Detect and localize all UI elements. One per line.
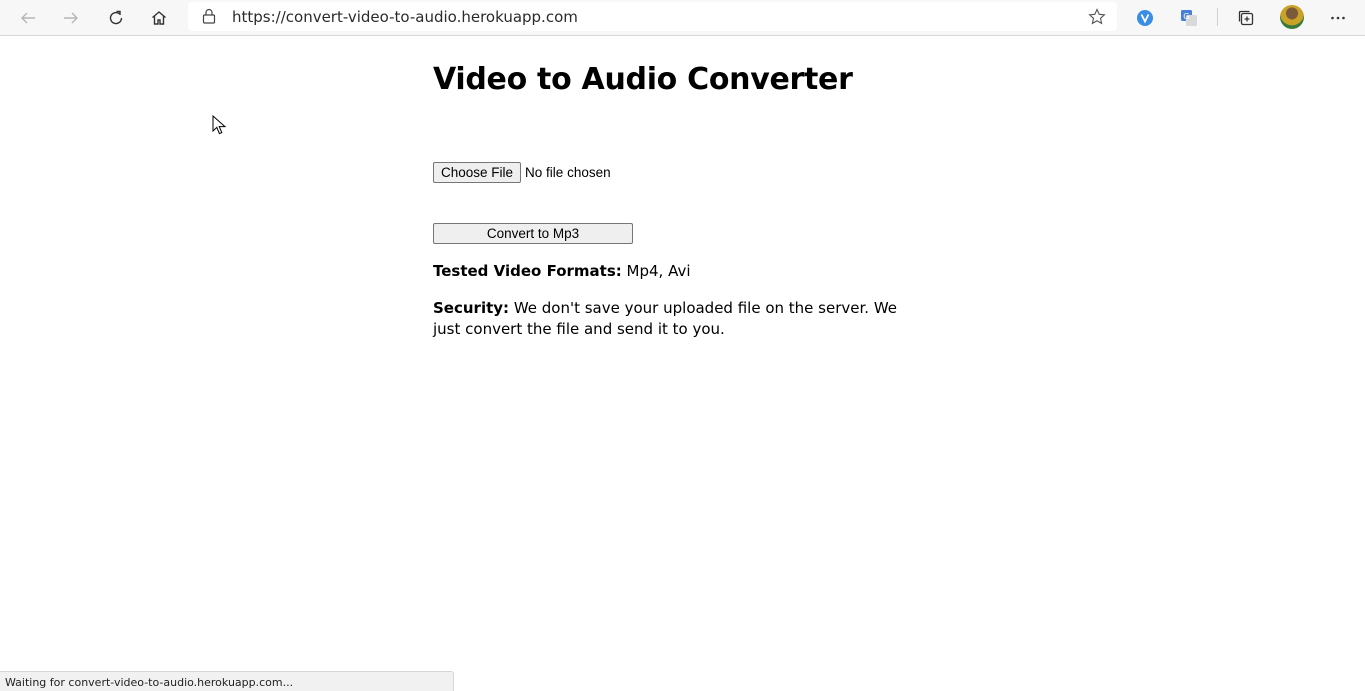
url-text[interactable]: https://convert-video-to-audio.herokuapp… [232, 8, 578, 26]
lock-icon[interactable] [202, 8, 216, 24]
convert-button[interactable]: Convert to Mp3 [433, 223, 633, 244]
translate-icon: G [1181, 10, 1197, 26]
more-button[interactable] [1322, 2, 1354, 34]
translate-button[interactable]: G [1173, 2, 1205, 34]
back-button[interactable] [12, 2, 44, 34]
extension-v-icon [1137, 10, 1153, 26]
home-button[interactable] [143, 2, 175, 34]
home-icon [152, 11, 166, 25]
svg-text:G: G [1183, 12, 1189, 21]
formats-label: Tested Video Formats: [433, 262, 622, 280]
browser-toolbar: https://convert-video-to-audio.herokuapp… [0, 0, 1365, 36]
mouse-cursor-icon [212, 115, 226, 135]
security-info: Security: We don't save your uploaded fi… [433, 298, 903, 340]
refresh-button[interactable] [100, 2, 132, 34]
toolbar-divider [1217, 8, 1218, 26]
forward-button[interactable] [55, 2, 87, 34]
formats-info: Tested Video Formats: Mp4, Avi [433, 261, 691, 282]
file-input[interactable]: Choose File No file chosen [433, 162, 611, 183]
avatar[interactable] [1280, 5, 1304, 29]
star-icon[interactable] [1087, 7, 1107, 27]
back-arrow-icon [21, 12, 35, 24]
file-status: No file chosen [525, 165, 611, 180]
status-bar: Waiting for convert-video-to-audio.herok… [0, 671, 454, 691]
choose-file-button[interactable]: Choose File [433, 162, 522, 183]
collections-button[interactable] [1230, 2, 1262, 34]
collections-icon [1238, 10, 1254, 26]
refresh-icon [109, 10, 123, 25]
more-icon [1331, 16, 1345, 20]
formats-value: Mp4, Avi [621, 262, 691, 280]
address-bar[interactable]: https://convert-video-to-audio.herokuapp… [188, 2, 1117, 31]
page-title: Video to Audio Converter [433, 62, 853, 97]
forward-arrow-icon [64, 12, 78, 24]
security-label: Security: [433, 299, 510, 317]
extension-v-button[interactable] [1129, 2, 1161, 34]
